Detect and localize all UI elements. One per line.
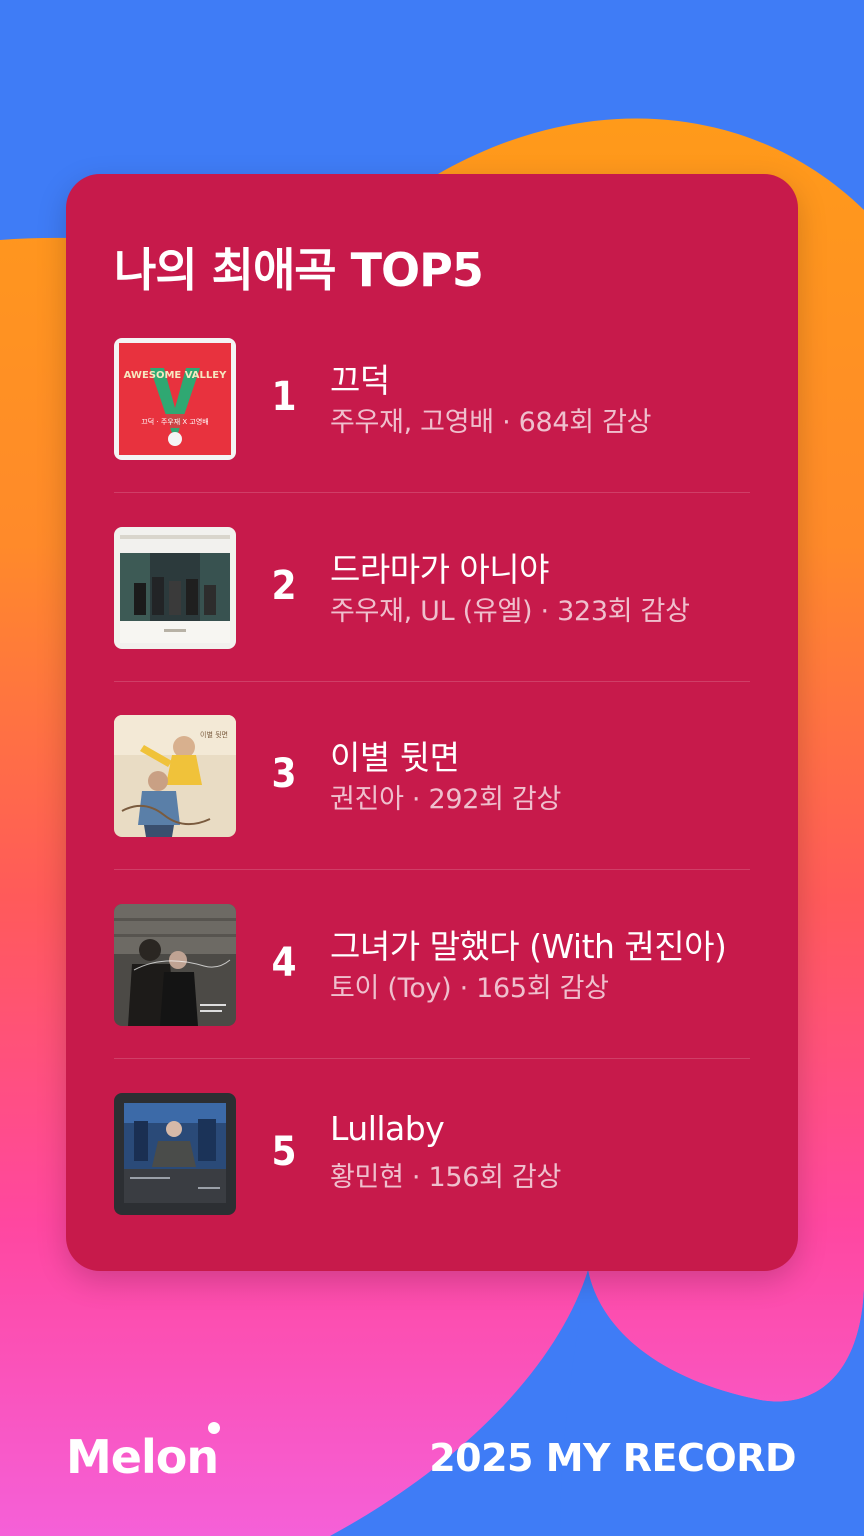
album-cover-5 bbox=[114, 1093, 236, 1215]
rank-number: 2 bbox=[271, 563, 297, 609]
song-meta: 토이 (Toy) · 165회 감상 bbox=[330, 973, 609, 1004]
song-title: 끄덕 bbox=[330, 361, 390, 400]
album-cover-2 bbox=[114, 527, 236, 649]
card-title: 나의 최애곡 TOP5 bbox=[114, 243, 484, 297]
album-cover-1: AWESOME VALLEY 끄덕 · 주우재 X 고영배 bbox=[114, 338, 236, 460]
song-meta: 주우재, UL (유엘) · 323회 감상 bbox=[330, 596, 690, 627]
song-meta: 주우재, 고영배 · 684회 감상 bbox=[330, 407, 652, 438]
logo-dot-icon bbox=[208, 1422, 220, 1434]
track-item-2[interactable]: 2 드라마가 아니야 주우재, UL (유엘) · 323회 감상 bbox=[114, 527, 750, 651]
divider bbox=[114, 681, 750, 682]
cover3-title-text: 이별 뒷면 bbox=[200, 730, 228, 739]
rank-number: 5 bbox=[271, 1129, 297, 1175]
track-item-3[interactable]: 이별 뒷면 3 이별 뒷면 권진아 · 292회 감상 bbox=[114, 715, 750, 839]
divider bbox=[114, 492, 750, 493]
cover1-title-text: AWESOME VALLEY bbox=[124, 370, 227, 381]
divider bbox=[114, 869, 750, 870]
cover1-subtitle-text: 끄덕 · 주우재 X 고영배 bbox=[141, 417, 208, 426]
divider bbox=[114, 1058, 750, 1059]
melon-logo: Melon bbox=[66, 1422, 220, 1484]
logo-text: Melon bbox=[66, 1430, 219, 1484]
album-cover-4 bbox=[114, 904, 236, 1026]
rank-number: 1 bbox=[271, 374, 297, 420]
rank-number: 3 bbox=[271, 751, 297, 797]
record-label: 2025 MY RECORD bbox=[429, 1436, 796, 1480]
track-item-5[interactable]: 5 Lullaby 황민현 · 156회 감상 bbox=[114, 1093, 750, 1217]
track-item-1[interactable]: AWESOME VALLEY 끄덕 · 주우재 X 고영배 1 끄덕 주우재, … bbox=[114, 338, 750, 462]
song-title: 드라마가 아니야 bbox=[330, 550, 550, 589]
song-meta: 황민현 · 156회 감상 bbox=[330, 1162, 562, 1193]
song-title: 이별 뒷면 bbox=[330, 738, 460, 777]
rank-number: 4 bbox=[271, 940, 297, 986]
track-item-4[interactable]: 4 그녀가 말했다 (With 권진아) 토이 (Toy) · 165회 감상 bbox=[114, 904, 750, 1028]
top5-card: 나의 최애곡 TOP5 AWESOME VALLEY 끄덕 · 주우재 X 고영… bbox=[66, 174, 798, 1271]
song-meta: 권진아 · 292회 감상 bbox=[330, 784, 562, 815]
album-cover-3: 이별 뒷면 bbox=[114, 715, 236, 837]
song-title: 그녀가 말했다 (With 권진아) bbox=[330, 927, 727, 966]
song-title: Lullaby bbox=[330, 1109, 445, 1148]
